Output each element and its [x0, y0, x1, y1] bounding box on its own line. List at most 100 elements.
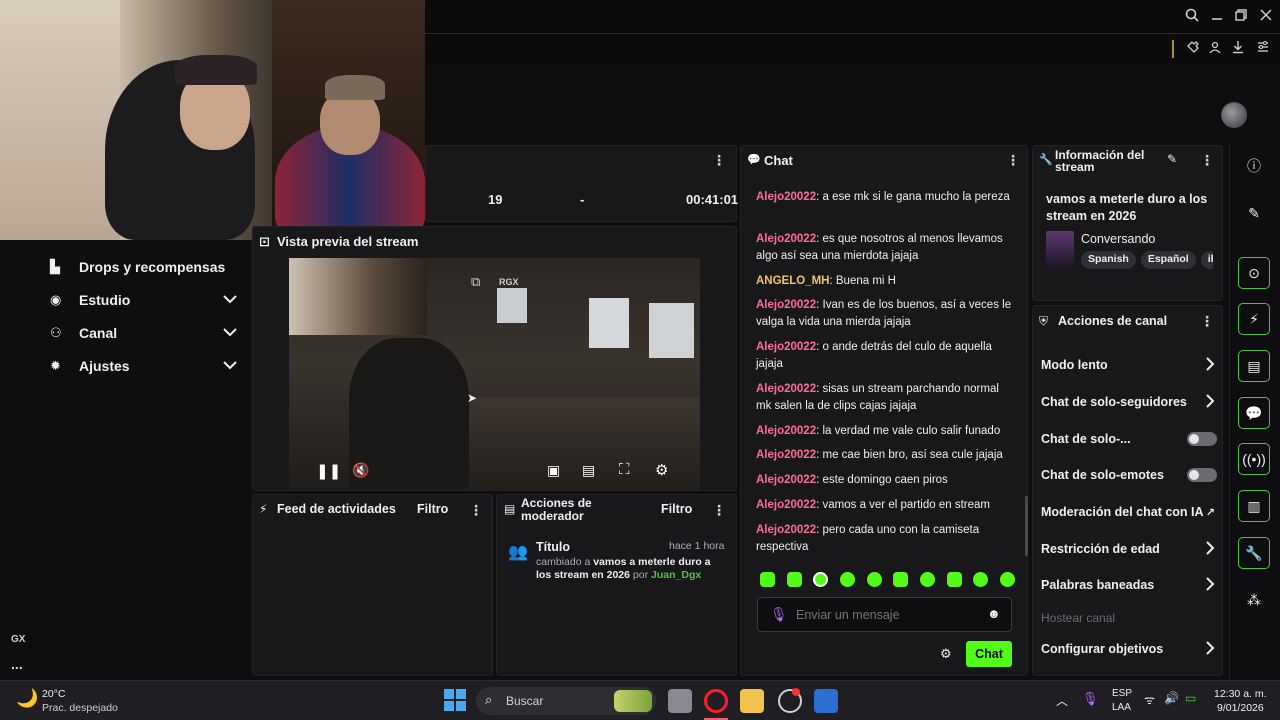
file-explorer-icon[interactable] [740, 689, 764, 713]
task-view-icon[interactable] [668, 689, 692, 713]
close-icon[interactable] [1255, 8, 1277, 26]
channel-action-row[interactable]: Chat de solo-... [1041, 430, 1217, 448]
lightning-icon[interactable]: ⚡ [1238, 303, 1270, 335]
channel-action-row[interactable]: Chat de solo-seguidores [1041, 393, 1215, 411]
minimize-icon[interactable] [1206, 8, 1228, 26]
chat-username[interactable]: Alejo20022 [756, 191, 816, 203]
emote-icon[interactable] [893, 572, 909, 587]
emoji-icon[interactable]: ☻ [987, 606, 1001, 621]
chat-username[interactable]: Alejo20022 [756, 449, 816, 461]
category-thumbnail[interactable] [1046, 231, 1074, 268]
chat-username[interactable]: Alejo20022 [756, 299, 816, 311]
emote-icon[interactable] [786, 572, 802, 587]
chat-username[interactable]: Alejo20022 [756, 341, 816, 353]
channel-action-row[interactable]: Configurar objetivos [1041, 640, 1215, 658]
broadcast-icon[interactable]: ((•)) [1238, 443, 1270, 475]
wrench-icon[interactable]: 🔧 [1238, 537, 1270, 569]
fullscreen-icon[interactable]: ⛶ [619, 461, 630, 478]
settings-icon[interactable] [1252, 40, 1274, 58]
chat-username[interactable]: Alejo20022 [756, 383, 816, 395]
pencil-icon[interactable]: ✎ [1238, 197, 1270, 229]
emote-icon[interactable] [919, 572, 935, 587]
mute-icon[interactable]: 🔇 [352, 462, 369, 479]
restore-icon[interactable] [1230, 8, 1252, 26]
search-icon[interactable] [1181, 8, 1203, 26]
windows-start-icon[interactable] [444, 689, 466, 711]
chat-bubble-icon[interactable]: 💬 [1238, 397, 1270, 429]
sidebar-item-settings[interactable]: ✹ Ajustes [50, 355, 237, 377]
opera-gx-icon[interactable] [704, 689, 728, 713]
activity-filter-button[interactable]: Filtro [417, 502, 448, 516]
gear-icon[interactable]: ⚙ [940, 646, 952, 662]
more-icon[interactable]: ... [11, 656, 23, 672]
battery-icon[interactable]: ▭ [1185, 691, 1196, 705]
pencil-icon[interactable]: ✎ [1167, 152, 1177, 166]
miniplayer-icon[interactable]: ▣ [547, 462, 560, 479]
weather-temp[interactable]: 20°C [42, 688, 65, 700]
sidebar-item-channel[interactable]: ⚇ Canal [50, 322, 237, 344]
kebab-menu-icon[interactable]: ⋮ [469, 502, 483, 519]
pause-icon[interactable]: ❚❚ [316, 462, 341, 480]
emote-icon[interactable] [999, 572, 1015, 587]
channel-action-row[interactable]: Restricción de edad [1041, 540, 1215, 558]
channel-action-row[interactable]: Chat de solo-emotes [1041, 466, 1217, 484]
popout-icon[interactable]: ⧉ [471, 274, 480, 290]
clock-date[interactable]: 9/01/2026 [1217, 702, 1264, 714]
gear-icon[interactable]: ⚙ [655, 461, 668, 479]
weather-desc[interactable]: Prac. despejado [42, 702, 118, 714]
chat-username[interactable]: Alejo20022 [756, 425, 816, 437]
language-top[interactable]: ESP [1112, 688, 1132, 699]
stream-preview-video[interactable]: ⧉ RGX ➤ ❚❚ 🔇 ▣ ▤ ⛶ ⚙ [289, 258, 700, 490]
emote-icon[interactable] [866, 572, 882, 587]
toggle-switch[interactable] [1187, 468, 1217, 482]
microphone-icon[interactable]: 🎙 [770, 606, 788, 623]
taskbar-search[interactable]: ⌕ Buscar [476, 687, 656, 715]
theatre-icon[interactable]: ▤ [582, 462, 595, 479]
language-bottom[interactable]: LAA [1112, 702, 1131, 713]
weather-icon[interactable]: 🌙 [16, 688, 38, 709]
microphone-icon[interactable]: 🎙 [1082, 691, 1099, 707]
tag-chip[interactable]: Español [1140, 251, 1196, 269]
emote-icon[interactable] [973, 572, 989, 587]
avatar[interactable] [1221, 102, 1247, 128]
document-icon[interactable]: ▤ [1238, 350, 1270, 382]
kebab-menu-icon[interactable]: ⋮ [712, 502, 726, 519]
extensions-icon[interactable] [1182, 40, 1204, 58]
downloads-icon[interactable] [1227, 40, 1249, 58]
channel-action-row[interactable]: Palabras baneadas [1041, 576, 1215, 594]
chat-scrollbar[interactable] [1025, 496, 1028, 556]
chat-input-box[interactable]: 🎙 ☻ [757, 597, 1012, 632]
mod-filter-button[interactable]: Filtro [661, 502, 692, 516]
camera-icon[interactable]: ⊙ [1238, 257, 1270, 289]
info-icon[interactable]: ⓘ [1238, 150, 1270, 182]
emote-icon[interactable] [946, 572, 962, 587]
kebab-menu-icon[interactable]: ⋮ [1200, 313, 1214, 330]
wifi-icon[interactable]: ᯤ [1144, 691, 1155, 708]
app-store-icon[interactable] [814, 689, 838, 713]
tag-chip[interactable]: Spanish [1081, 251, 1136, 269]
gx-label[interactable]: GX [11, 634, 25, 645]
chat-send-button[interactable]: Chat [966, 641, 1012, 667]
chat-message-input[interactable] [796, 606, 976, 624]
chat-username[interactable]: Alejo20022 [756, 499, 816, 511]
clock-time[interactable]: 12:30 a. m. [1214, 688, 1267, 700]
tag-chip[interactable]: ib [1200, 251, 1213, 269]
emote-icon[interactable] [839, 572, 855, 587]
chat-username[interactable]: Alejo20022 [756, 233, 816, 245]
emote-icon[interactable] [760, 572, 775, 587]
channel-action-row[interactable]: Modo lento [1041, 356, 1215, 374]
mod-view-icon[interactable]: ▥ [1238, 490, 1270, 522]
emote-icon[interactable] [813, 572, 829, 587]
chat-username[interactable]: ANGELO_MH [756, 275, 829, 287]
kebab-menu-icon[interactable]: ⋮ [1200, 152, 1214, 169]
add-widget-icon[interactable]: ⁂ [1238, 584, 1270, 616]
kebab-menu-icon[interactable]: ⋮ [712, 152, 726, 169]
sidebar-item-studio[interactable]: ◉ Estudio [50, 289, 237, 311]
channel-action-row[interactable]: Moderación del chat con IA ↗ [1041, 503, 1215, 521]
chevron-up-icon[interactable]: ︿ [1056, 692, 1068, 709]
category-name[interactable]: Conversando [1081, 232, 1155, 246]
account-icon[interactable] [1204, 40, 1226, 58]
chat-username[interactable]: Alejo20022 [756, 474, 816, 486]
chat-username[interactable]: Alejo20022 [756, 524, 816, 536]
sidebar-item-drops[interactable]: ▙ Drops y recompensas [50, 256, 237, 278]
